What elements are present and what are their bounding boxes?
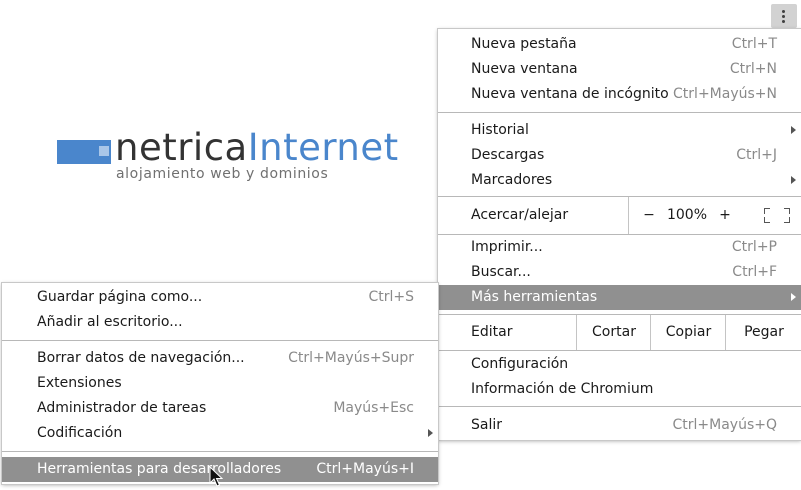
submenu-item-add-desktop[interactable]: Añadir al escritorio... [2, 310, 438, 335]
cut-button[interactable]: Cortar [576, 315, 651, 350]
menu-item-label: Más herramientas [471, 289, 598, 305]
menu-item-label: Salir [471, 417, 503, 433]
menu-item-label: Información de Chromium [471, 381, 654, 397]
menu-item-label: Buscar... [471, 264, 531, 280]
menu-item-find[interactable]: Buscar... Ctrl+F [438, 260, 801, 285]
menu-item-label: Imprimir... [471, 239, 543, 255]
menu-item-shortcut: Ctrl+J [736, 147, 777, 163]
submenu-arrow-icon [428, 429, 433, 437]
more-tools-submenu: Guardar página como... Ctrl+S Añadir al … [2, 283, 438, 484]
menu-item-label: Borrar datos de navegación... [37, 350, 245, 366]
submenu-item-encoding[interactable]: Codificación [2, 421, 438, 446]
menu-item-label: Nueva ventana [471, 61, 578, 77]
menu-item-shortcut: Ctrl+Mayús+Q [672, 417, 777, 433]
menu-item-more-tools[interactable]: Más herramientas [438, 285, 801, 310]
menu-item-label: Nueva pestaña [471, 36, 577, 52]
menu-item-label: Descargas [471, 147, 545, 163]
logo-bar-mark [57, 140, 111, 164]
menu-edit-row: Editar Cortar Copiar Pegar [438, 315, 801, 350]
submenu-item-clear-data[interactable]: Borrar datos de navegación... Ctrl+Mayús… [2, 346, 438, 371]
menu-item-about[interactable]: Información de Chromium [438, 377, 801, 402]
menu-item-label: Extensiones [37, 375, 122, 391]
submenu-item-extensions[interactable]: Extensiones [2, 371, 438, 396]
submenu-arrow-icon [791, 126, 796, 134]
menu-item-label: Marcadores [471, 172, 553, 188]
menu-separator [2, 340, 438, 341]
submenu-item-save-page[interactable]: Guardar página como... Ctrl+S [2, 285, 438, 310]
menu-item-new-window[interactable]: Nueva ventana Ctrl+N [438, 57, 801, 82]
menu-separator [438, 112, 801, 113]
menu-item-label: Codificación [37, 425, 123, 441]
menu-item-label: Guardar página como... [37, 289, 203, 305]
menu-item-exit[interactable]: Salir Ctrl+Mayús+Q [438, 413, 801, 438]
menu-item-label: Herramientas para desarrolladores [37, 461, 282, 477]
logo-bar-square [99, 146, 109, 156]
menu-item-label: Administrador de tareas [37, 400, 207, 416]
menu-item-shortcut: Ctrl+S [368, 289, 414, 305]
paste-button[interactable]: Pegar [725, 315, 801, 350]
logo-word-dark: netrica [115, 126, 248, 169]
menu-separator [438, 350, 801, 351]
menu-item-label: Nueva ventana de incógnito [471, 86, 669, 102]
menu-item-shortcut: Ctrl+Mayús+I [316, 461, 414, 477]
menu-item-label: Configuración [471, 356, 569, 372]
menu-item-shortcut: Ctrl+F [732, 264, 777, 280]
mouse-pointer-icon [209, 466, 223, 487]
zoom-level-value: 100% [666, 207, 708, 223]
menu-item-history[interactable]: Historial [438, 118, 801, 143]
menu-item-label: Historial [471, 122, 529, 138]
zoom-label: Acercar/alejar [471, 207, 569, 223]
copy-button[interactable]: Copiar [650, 315, 726, 350]
browser-menu-button[interactable] [771, 4, 797, 28]
submenu-item-task-manager[interactable]: Administrador de tareas Mayús+Esc [2, 396, 438, 421]
menu-item-print[interactable]: Imprimir... Ctrl+P [438, 235, 801, 260]
menu-zoom-row: Acercar/alejar − 100% + [438, 197, 801, 234]
menu-item-shortcut: Ctrl+N [729, 61, 777, 77]
logo-wordmark: netricaInternet [115, 126, 399, 170]
logo-tagline: alojamiento web y dominios [116, 166, 329, 182]
submenu-arrow-icon [791, 176, 796, 184]
browser-main-menu: Nueva pestaña Ctrl+T Nueva ventana Ctrl+… [438, 29, 801, 440]
menu-item-shortcut: Mayús+Esc [333, 400, 414, 416]
menu-item-downloads[interactable]: Descargas Ctrl+J [438, 143, 801, 168]
menu-item-incognito[interactable]: Nueva ventana de incógnito Ctrl+Mayús+N [438, 82, 801, 107]
zoom-controls: − 100% + [628, 197, 801, 234]
menu-item-shortcut: Ctrl+Mayús+N [673, 86, 777, 102]
menu-separator [2, 451, 438, 452]
edit-label: Editar [471, 324, 513, 340]
menu-item-shortcut: Ctrl+P [731, 239, 777, 255]
menu-item-label: Añadir al escritorio... [37, 314, 183, 330]
menu-item-new-tab[interactable]: Nueva pestaña Ctrl+T [438, 32, 801, 57]
menu-separator [438, 406, 801, 407]
menu-item-shortcut: Ctrl+Mayús+Supr [288, 350, 414, 366]
zoom-out-button[interactable]: − [641, 197, 657, 234]
menu-item-settings[interactable]: Configuración [438, 352, 801, 377]
menu-item-bookmarks[interactable]: Marcadores [438, 168, 801, 193]
zoom-in-button[interactable]: + [717, 197, 733, 234]
submenu-arrow-icon [791, 293, 796, 301]
logo-word-blue: Internet [247, 126, 399, 169]
menu-item-shortcut: Ctrl+T [731, 36, 777, 52]
fullscreen-button[interactable] [756, 197, 801, 234]
netrica-logo: netricaInternet alojamiento web y domini… [57, 126, 398, 188]
